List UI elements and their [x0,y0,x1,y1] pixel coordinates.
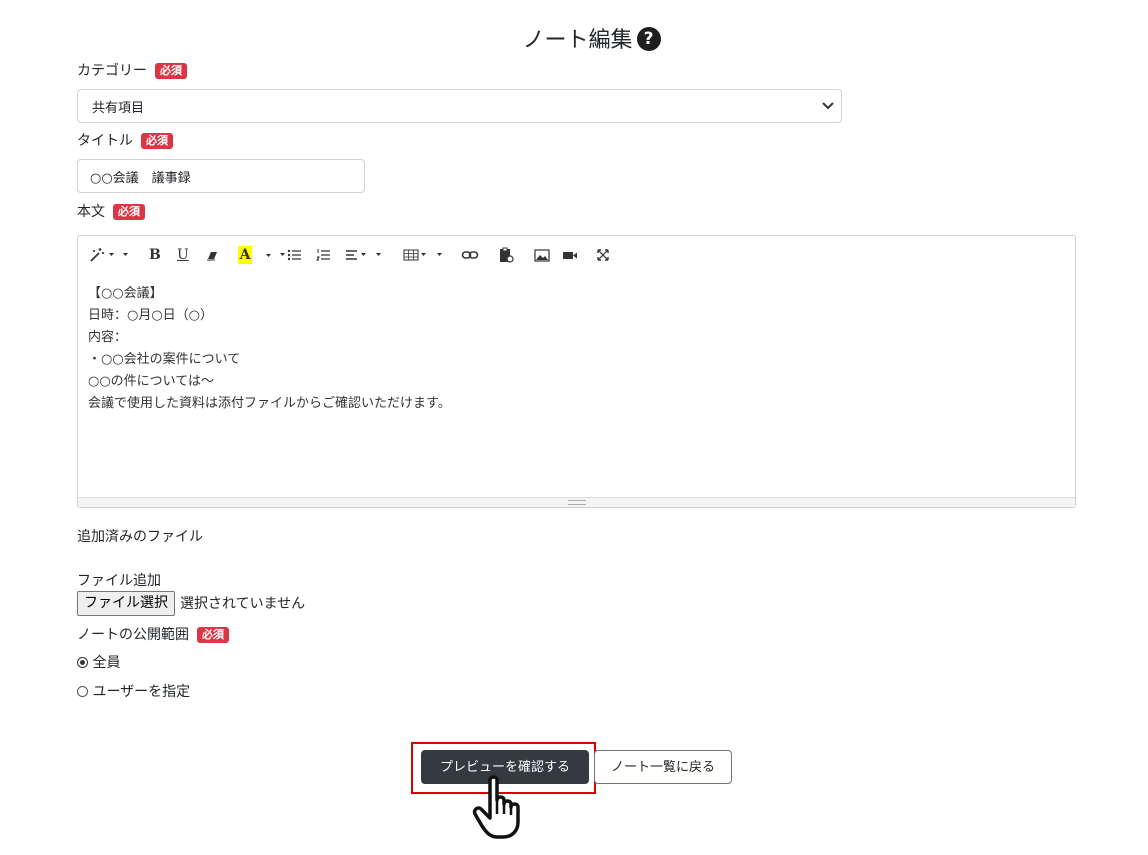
editor-line: 内容： [88,330,128,345]
paste-icon[interactable] [498,246,514,264]
attached-files-label: 追加済みのファイル [77,529,203,545]
link-icon[interactable] [461,246,479,264]
radio-button[interactable] [77,657,88,668]
radio-option-everyone[interactable]: 全員 [77,653,120,673]
required-badge: 必須 [197,627,229,643]
font-color-icon[interactable]: A [238,246,252,264]
rich-text-editor: B U A 【○○会議】 日時：○月○日（○） 内容： ・○○会社の案件について… [77,235,1076,508]
hand-cursor-icon [472,775,520,839]
underline-icon[interactable]: U [177,246,189,264]
body-label-text: 本文 [77,204,105,220]
page-title: ノート編集? [0,26,1148,56]
radio-button[interactable] [77,686,88,697]
radio-option-specify-users[interactable]: ユーザーを指定 [77,682,190,702]
eraser-icon[interactable] [205,246,219,264]
required-badge: 必須 [141,133,173,149]
align-icon[interactable] [344,246,386,264]
help-icon[interactable]: ? [636,27,661,51]
category-label: カテゴリー 必須 [77,61,187,81]
category-selected-value: 共有項目 [92,101,145,116]
title-label-text: タイトル [77,133,133,149]
bold-icon[interactable]: B [149,246,161,264]
table-icon[interactable] [402,246,446,264]
required-badge: 必須 [155,63,187,79]
back-to-list-button[interactable]: ノート一覧に戻る [594,750,732,784]
title-label: タイトル 必須 [77,131,173,151]
editor-toolbar: B U A [78,236,1075,274]
file-select-button[interactable]: ファイル選択 [77,591,175,616]
body-label: 本文 必須 [77,202,145,222]
editor-content[interactable]: 【○○会議】 日時：○月○日（○） 内容： ・○○会社の案件について ○○の件に… [88,283,451,415]
font-color-dropdown-icon[interactable] [264,246,276,264]
file-add-label: ファイル追加 [77,573,161,589]
required-badge: 必須 [113,204,145,220]
magic-icon[interactable] [88,246,130,264]
category-label-text: カテゴリー [77,63,147,79]
visibility-label-text: ノートの公開範囲 [77,627,189,643]
editor-line: 会議で使用した資料は添付ファイルからご確認いただけます。 [88,396,451,411]
editor-line: 日時：○月○日（○） [88,308,214,323]
picture-icon[interactable] [533,246,551,264]
unordered-list-icon[interactable] [279,246,305,264]
radio-label: ユーザーを指定 [92,684,191,700]
title-input[interactable] [77,159,365,193]
file-status-text: 選択されていません [180,596,306,612]
category-select[interactable]: 共有項目 [77,89,842,123]
fullscreen-icon[interactable] [595,246,611,264]
ordered-list-icon[interactable] [316,246,332,264]
editor-line: ○○の件については～ [88,374,215,389]
editor-line: ・○○会社の案件について [88,352,241,367]
editor-line: 【○○会議】 [88,286,163,301]
resize-grip-icon[interactable] [568,500,586,505]
video-icon[interactable] [561,246,579,264]
page-title-text: ノート編集 [522,28,633,53]
editor-resize-bar[interactable] [78,497,1075,507]
radio-label: 全員 [92,655,121,671]
visibility-label: ノートの公開範囲 必須 [77,625,229,645]
chevron-down-icon [822,102,834,110]
